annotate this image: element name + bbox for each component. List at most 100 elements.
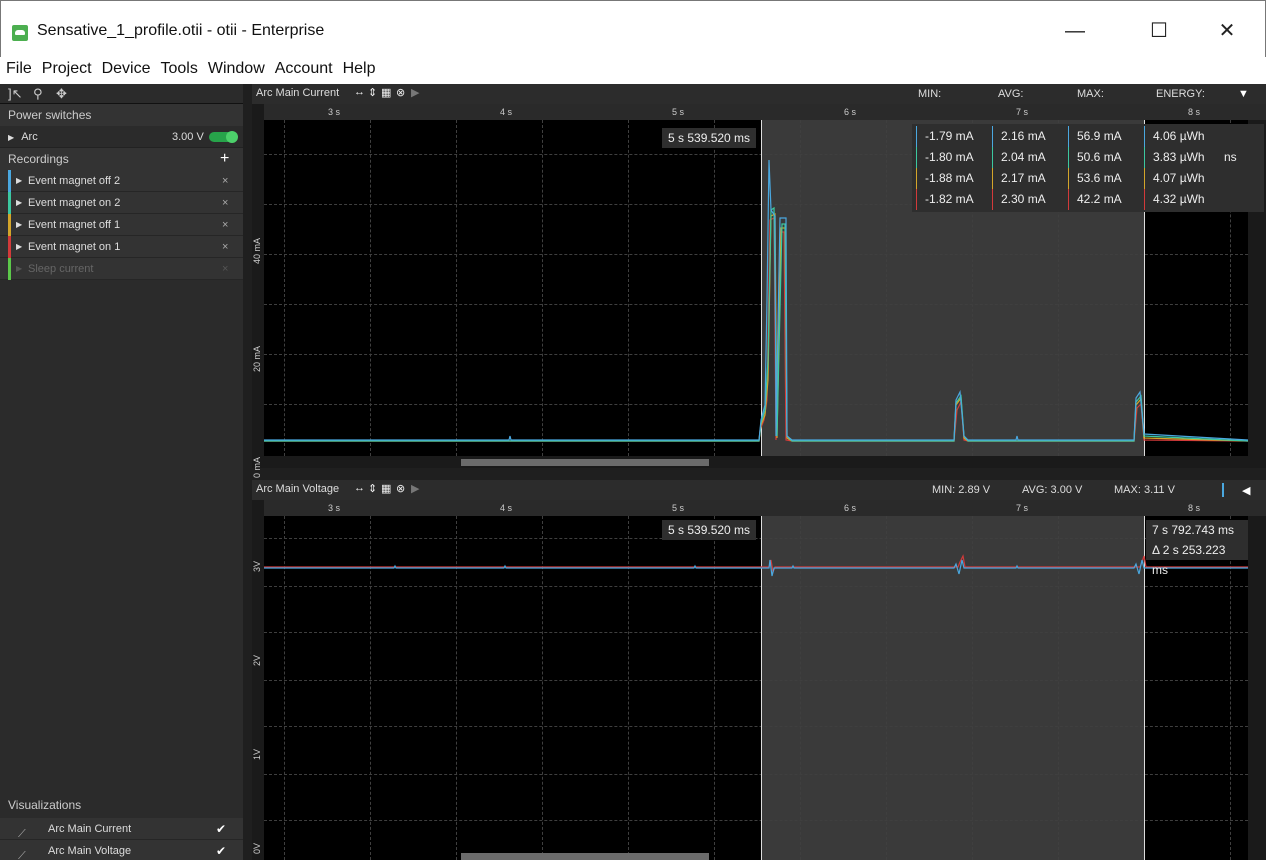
viz-item[interactable]: ⟋ Arc Main Current ✔ [0,818,243,840]
recording-label: Sleep current [28,263,94,275]
current-horizontal-scrollbar[interactable] [461,459,709,466]
recordings-header: Recordings + [0,148,243,170]
y-label: 0 mA [252,456,262,478]
zoom-icon[interactable]: ⚲ [33,86,43,102]
recording-item[interactable]: ▶ Event magnet on 2 × [0,192,243,214]
stat-min: -1.79 mA [916,126,990,147]
close-button[interactable]: ✕ [1208,16,1246,46]
menu-help[interactable]: Help [337,57,380,81]
y-label: 1V [252,748,262,760]
menu-bar: File Project Device Tools Window Account Help [0,57,1266,81]
time-tick: 5 s [672,107,685,117]
energy-header: ENERGY: [1156,88,1205,100]
viz-label: Arc Main Current [48,823,132,835]
menu-project[interactable]: Project [36,57,96,81]
voltage-trace [264,554,1248,577]
recording-item[interactable]: ▶ Event magnet on 1 × [0,236,243,258]
expand-horizontal-icon[interactable]: ↔ [354,482,365,494]
time-ruler: 3 s 4 s 5 s 6 s 7 s 8 s [264,500,1266,516]
menu-tools[interactable]: Tools [154,57,201,81]
graph-icon: ⟋ [18,850,26,860]
recording-color-bar [8,192,11,214]
voltage-horizontal-scrollbar[interactable] [461,853,709,860]
power-switch-arc[interactable]: ▶ Arc 3.00 V [0,126,243,148]
y-axis-current: 40 mA 20 mA 0 mA [252,120,264,478]
stat-max: 50.6 mA [1068,147,1142,168]
recording-label: Event magnet off 1 [28,219,121,231]
stat-energy: 4.32 µWh [1144,189,1218,210]
stat-energy: 3.83 µWh [1144,147,1218,168]
remove-recording-button[interactable]: × [222,214,228,236]
recording-item[interactable]: ▶ Event magnet off 2 × [0,170,243,192]
app-body: ]↖ ⚲ ✥ Power switches ▶ Arc 3.00 V Recor… [0,84,1266,860]
voltage-min: MIN: 2.89 V [932,484,991,496]
time-tick: 3 s [328,503,341,513]
current-panel-header: Arc Main Current ↔ ⇕ ▦ ⊗ ▶ MIN: AVG: MAX… [252,84,1266,104]
close-circle-icon[interactable]: ⊗ [396,482,405,495]
remove-recording-button[interactable]: × [222,192,228,214]
close-circle-icon[interactable]: ⊗ [396,86,405,99]
menu-file[interactable]: File [0,57,36,81]
time-tick: 4 s [500,503,513,513]
collapse-arrow-icon[interactable]: ◀ [1242,484,1250,497]
expand-triangle-icon[interactable]: ▶ [16,170,22,192]
play-icon[interactable]: ▶ [411,86,419,99]
expand-vertical-icon[interactable]: ⇕ [368,86,377,99]
expand-triangle-icon[interactable]: ▶ [16,236,22,258]
recording-label: Event magnet on 1 [28,241,121,253]
arc-power-toggle[interactable] [209,131,238,143]
maximize-button[interactable]: ☐ [1140,16,1178,46]
time-ruler: 3 s 4 s 5 s 6 s 7 s 8 s [264,104,1266,120]
stat-avg: 2.04 mA [992,147,1066,168]
otii-app-icon [12,25,28,41]
voltage-max: MAX: 3.11 V [1114,484,1175,496]
y-label: 0V [252,842,262,854]
stat-avg: 2.17 mA [992,168,1066,189]
remove-recording-button[interactable]: × [222,236,228,258]
time-tick: 5 s [672,503,685,513]
expand-triangle-icon[interactable]: ▶ [16,214,22,236]
min-header: MIN: [918,88,942,100]
minimize-button[interactable]: — [1056,16,1094,46]
recording-color-bar [8,236,11,258]
stat-energy: 4.07 µWh [1144,168,1218,189]
menu-device[interactable]: Device [96,57,155,81]
arc-label: Arc [21,131,38,143]
expand-triangle-icon[interactable]: ▶ [8,133,14,142]
viz-label: Arc Main Voltage [48,845,132,857]
menu-window[interactable]: Window [202,57,269,81]
time-tick: 3 s [328,107,341,117]
stats-icon[interactable]: ▦ [381,86,391,99]
viz-item[interactable]: ⟋ Arc Main Voltage ✔ [0,840,243,860]
menu-account[interactable]: Account [269,57,337,81]
expand-triangle-icon[interactable]: ▶ [16,192,22,214]
recordings-list: ▶ Event magnet off 2 × ▶ Event magnet on 2 × ▶… [0,170,243,280]
viz-checkbox[interactable]: ✔ [216,818,226,840]
dropdown-icon[interactable]: ▼ [1238,88,1249,100]
cursor-select-icon[interactable]: ]↖ [8,86,23,102]
sidebar: ]↖ ⚲ ✥ Power switches ▶ Arc 3.00 V Recor… [0,84,243,860]
stat-min: -1.88 mA [916,168,990,189]
current-panel: Arc Main Current ↔ ⇕ ▦ ⊗ ▶ MIN: AVG: MAX… [252,84,1266,478]
recording-color-bar [8,214,11,236]
expand-triangle-icon[interactable]: ▶ [16,258,22,280]
remove-recording-button[interactable]: × [222,258,228,280]
expand-vertical-icon[interactable]: ⇕ [368,482,377,495]
pan-icon[interactable]: ✥ [56,86,67,102]
y-label: 3V [252,560,262,572]
recording-color-bar [8,170,11,192]
recording-item[interactable]: ▶ Event magnet off 1 × [0,214,243,236]
recordings-header-label: Recordings [8,152,69,166]
stats-icon[interactable]: ▦ [381,482,391,495]
stats-table: -1.79 mA 2.16 mA 56.9 mA 4.06 µWh -1.80 … [912,124,1264,212]
time-tick: 7 s [1016,503,1029,513]
recording-item[interactable]: ▶ Sleep current × [0,258,243,280]
voltage-plot[interactable] [264,516,1248,860]
stat-max: 56.9 mA [1068,126,1142,147]
add-recording-button[interactable]: + [220,148,229,170]
remove-recording-button[interactable]: × [222,170,228,192]
stat-max: 53.6 mA [1068,168,1142,189]
play-icon[interactable]: ▶ [411,482,419,495]
expand-horizontal-icon[interactable]: ↔ [354,86,365,98]
viz-checkbox[interactable]: ✔ [216,840,226,860]
